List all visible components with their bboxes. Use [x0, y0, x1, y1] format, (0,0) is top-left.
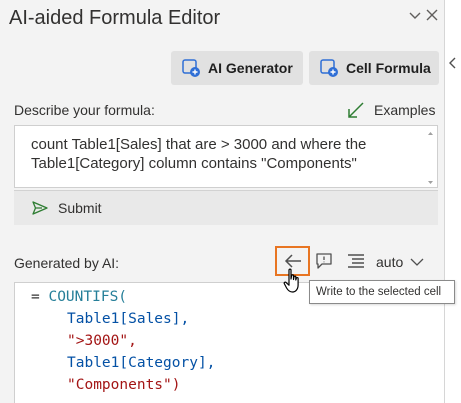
- collapse-pane-button[interactable]: [446, 52, 459, 74]
- formula-line-1: = COUNTIFS(: [31, 289, 127, 305]
- send-icon: [32, 201, 48, 215]
- write-to-cell-tooltip: Write to the selected cell: [309, 280, 455, 304]
- formula-line-2: Table1[Sales],: [67, 311, 190, 327]
- explain-formula-button[interactable]: [313, 250, 335, 272]
- submit-button[interactable]: Submit: [14, 190, 438, 225]
- close-pane-button[interactable]: [421, 4, 443, 26]
- ai-generator-icon: [182, 59, 200, 77]
- chevron-down-icon: [410, 258, 424, 266]
- examples-label: Examples: [374, 102, 436, 118]
- cell-formula-label: Cell Formula: [346, 60, 431, 76]
- submit-label: Submit: [58, 200, 102, 216]
- format-mode-value: auto: [376, 254, 404, 270]
- generated-by-ai-label: Generated by AI:: [14, 255, 120, 271]
- description-scrollbar[interactable]: [426, 130, 435, 186]
- cell-formula-icon: [320, 59, 338, 77]
- formula-description-input[interactable]: count Table1[Sales] that are > 3000 and …: [14, 125, 438, 188]
- formula-editor-pane: AI-aided Formula Editor AI Generator Cel…: [0, 0, 444, 403]
- describe-formula-label: Describe your formula:: [14, 102, 155, 118]
- arrow-left-icon: [284, 254, 301, 268]
- cell-formula-button[interactable]: Cell Formula: [309, 51, 439, 85]
- close-icon: [426, 9, 438, 21]
- chevron-down-icon: [409, 12, 421, 19]
- pointer-hand-icon: [283, 268, 299, 293]
- comment-icon: [316, 253, 332, 269]
- ai-generator-button[interactable]: AI Generator: [171, 51, 303, 85]
- formula-description-text: count Table1[Sales] that are > 3000 and …: [31, 136, 367, 172]
- pane-title: AI-aided Formula Editor: [9, 7, 221, 29]
- formula-line-3: ">3000",: [67, 333, 137, 349]
- format-mode-select[interactable]: auto: [376, 254, 424, 270]
- format-formula-button[interactable]: [345, 251, 367, 271]
- align-icon: [348, 254, 364, 268]
- examples-arrow-icon: [348, 102, 364, 118]
- chevron-left-icon: [448, 57, 455, 69]
- formula-line-4: Table1[Category],: [67, 355, 216, 371]
- ai-generator-label: AI Generator: [208, 60, 293, 76]
- formula-line-5: "Components"): [67, 377, 181, 393]
- formula-function: COUNTIFS(: [48, 289, 128, 305]
- examples-link[interactable]: Examples: [347, 101, 435, 119]
- formula-equals: =: [31, 289, 49, 305]
